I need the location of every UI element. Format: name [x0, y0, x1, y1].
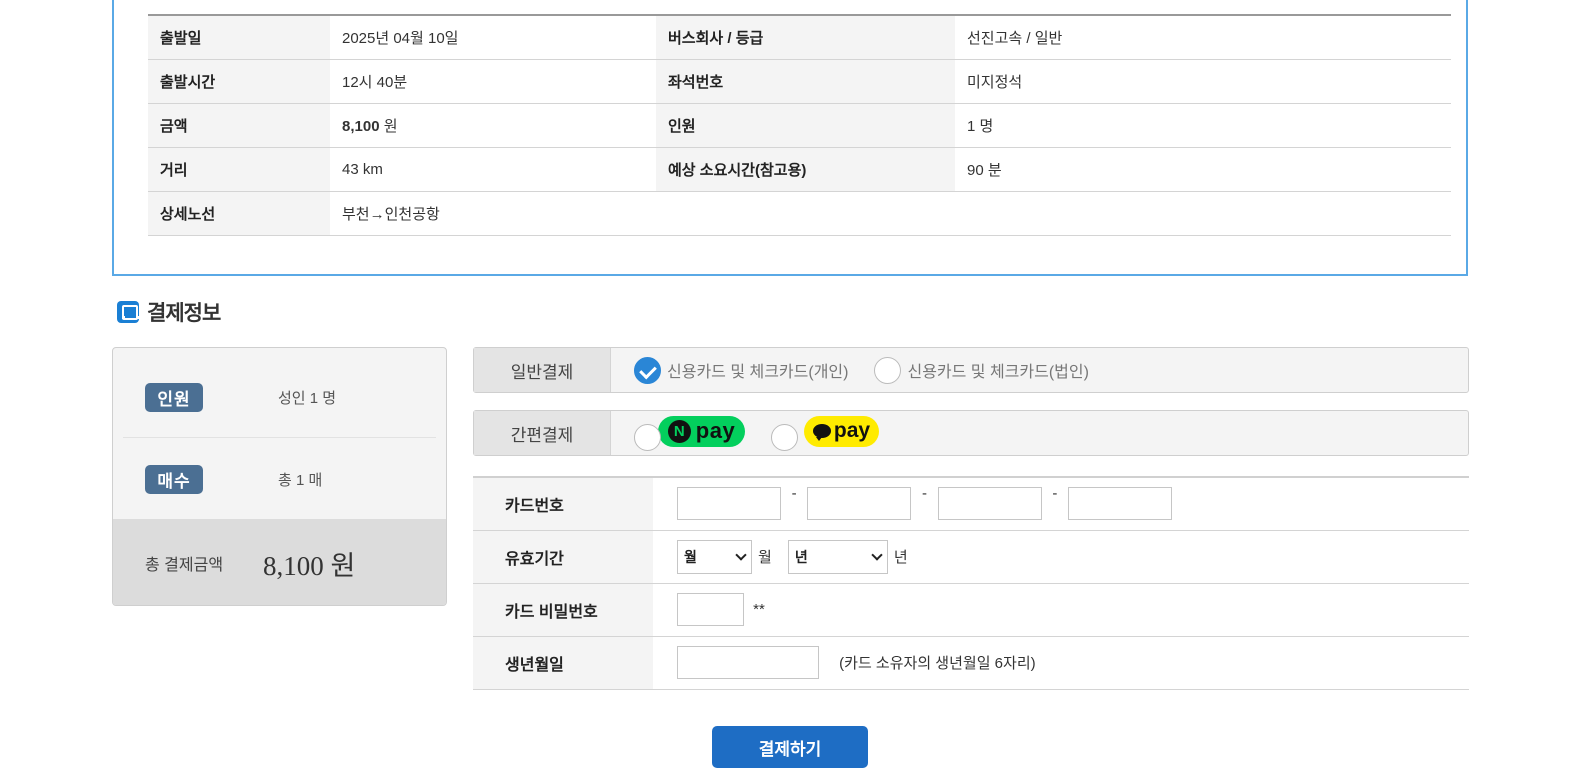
card-number-label: 카드번호	[473, 477, 653, 531]
password-suffix: **	[753, 601, 765, 618]
month-select-value: 월	[684, 548, 697, 565]
birth-fields: (카드 소유자의 생년월일 6자리)	[653, 636, 1469, 690]
easy-payment-label: 간편결제	[474, 411, 611, 455]
card-number-input-4[interactable]	[1068, 487, 1173, 521]
card-form-table: 카드번호 - - - 유효기간 월 월 년 년 카드 비밀번호 ** 생년월일 …	[473, 476, 1469, 690]
dash: -	[1052, 485, 1058, 503]
table-row: 출발일 2025년 04월 10일 버스회사 / 등급 선진고속 / 일반	[148, 15, 1451, 60]
route-label: 상세노선	[148, 191, 330, 236]
year-select-value: 년	[794, 548, 808, 565]
card-number-input-3[interactable]	[937, 487, 1042, 521]
radio-unchecked-icon[interactable]	[874, 356, 902, 384]
card-number-fields: - - -	[653, 477, 1469, 531]
card-password-label: 카드 비밀번호	[473, 583, 653, 637]
easy-payment-bar: 간편결제 N pay pay	[473, 410, 1469, 456]
card-number-input-2[interactable]	[807, 487, 912, 521]
option-kakaopay[interactable]: pay	[771, 415, 879, 451]
persons-badge: 인원	[145, 383, 203, 412]
dash: -	[922, 485, 928, 503]
expiry-fields: 월 월 년 년	[653, 530, 1469, 584]
amount-unit: 원	[379, 117, 398, 135]
total-amount-row: 총 결제금액 8,100 원	[113, 519, 446, 605]
amount-label: 금액	[148, 103, 330, 148]
naverpay-text: pay	[695, 418, 736, 443]
option-corporate-label: 신용카드 및 체크카드(법인)	[907, 364, 1089, 381]
year-unit: 년	[893, 549, 908, 566]
chevron-down-icon	[871, 548, 883, 561]
card-password-fields: **	[653, 583, 1469, 637]
radio-unchecked-icon[interactable]	[634, 423, 661, 451]
kakao-bubble-icon	[812, 424, 831, 441]
radio-checked-icon[interactable]	[634, 356, 661, 384]
amount-value: 8,100 원	[330, 103, 656, 148]
kakaopay-logo: pay	[804, 415, 879, 447]
total-amount-label: 총 결제금액	[145, 557, 224, 574]
birth-input[interactable]	[677, 646, 819, 679]
option-naverpay[interactable]: N pay	[634, 415, 745, 451]
table-row: 유효기간 월 월 년 년	[473, 530, 1469, 584]
distance-label: 거리	[148, 147, 330, 192]
summary-tickets-row: 매수 총 1 매	[123, 439, 436, 519]
radio-unchecked-icon[interactable]	[771, 423, 798, 451]
seat-value: 미지정석	[955, 59, 1451, 104]
table-row: 출발시간 12시 40분 좌석번호 미지정석	[148, 59, 1451, 104]
persons-value: 1 명	[955, 103, 1451, 148]
option-personal-label: 신용카드 및 체크카드(개인)	[667, 364, 849, 381]
depart-time-label: 출발시간	[148, 59, 330, 104]
table-row: 상세노선 부천→인천공항	[148, 191, 1451, 236]
expiry-label: 유효기간	[473, 530, 653, 584]
payment-section-title: 결제정보	[117, 297, 221, 327]
persons-label: 인원	[656, 103, 955, 148]
table-row: 생년월일 (카드 소유자의 생년월일 6자리)	[473, 636, 1469, 690]
birth-label: 생년월일	[473, 636, 653, 690]
card-password-input[interactable]	[677, 593, 744, 626]
depart-date-value: 2025년 04월 10일	[330, 15, 656, 60]
section-title-text: 결제정보	[147, 302, 221, 325]
depart-date-label: 출발일	[148, 15, 330, 60]
seat-label: 좌석번호	[656, 59, 955, 104]
month-select[interactable]: 월	[677, 539, 752, 574]
trip-info-box: 출발일 2025년 04월 10일 버스회사 / 등급 선진고속 / 일반 출발…	[112, 0, 1468, 276]
general-payment-label: 일반결제	[474, 348, 611, 392]
tickets-badge: 매수	[145, 464, 203, 494]
month-unit: 월	[758, 549, 772, 566]
persons-summary-value: 성인 1 명	[278, 390, 337, 407]
total-amount-value: 8,100 원	[263, 550, 356, 581]
chevron-down-icon	[735, 548, 747, 561]
pay-submit-button[interactable]: 결제하기	[712, 726, 868, 768]
general-payment-bar: 일반결제 신용카드 및 체크카드(개인) 신용카드 및 체크카드(법인)	[473, 347, 1469, 393]
naverpay-n-icon: N	[667, 419, 691, 443]
trip-info-table: 출발일 2025년 04월 10일 버스회사 / 등급 선진고속 / 일반 출발…	[148, 14, 1451, 236]
option-personal-card[interactable]: 신용카드 및 체크카드(개인)	[634, 356, 849, 384]
bus-icon	[117, 301, 140, 323]
amount-number: 8,100	[342, 117, 380, 135]
tickets-summary-value: 총 1 매	[278, 471, 323, 489]
dash: -	[791, 485, 797, 503]
distance-value: 43 km	[330, 147, 656, 192]
card-number-input-1[interactable]	[677, 487, 781, 521]
table-row: 거리 43 km 예상 소요시간(참고용) 90 분	[148, 147, 1451, 192]
kakaopay-text: pay	[833, 419, 871, 442]
bus-company-label: 버스회사 / 등급	[656, 15, 955, 60]
table-row: 카드번호 - - -	[473, 477, 1469, 531]
naverpay-logo: N pay	[658, 415, 745, 447]
bus-company-value: 선진고속 / 일반	[955, 15, 1451, 60]
birth-note: (카드 소유자의 생년월일 6자리)	[839, 655, 1036, 672]
duration-value: 90 분	[955, 147, 1451, 192]
table-row: 금액 8,100 원 인원 1 명	[148, 103, 1451, 148]
option-corporate-card[interactable]: 신용카드 및 체크카드(법인)	[874, 356, 1089, 384]
summary-persons-row: 인원 성인 1 명	[123, 358, 436, 438]
table-row: 카드 비밀번호 **	[473, 583, 1469, 637]
depart-time-value: 12시 40분	[330, 59, 656, 104]
route-value: 부천→인천공항	[330, 191, 1451, 236]
year-select[interactable]: 년	[787, 539, 888, 574]
payment-summary: 인원 성인 1 명 매수 총 1 매 총 결제금액 8,100 원	[112, 347, 447, 606]
duration-label: 예상 소요시간(참고용)	[656, 147, 955, 192]
